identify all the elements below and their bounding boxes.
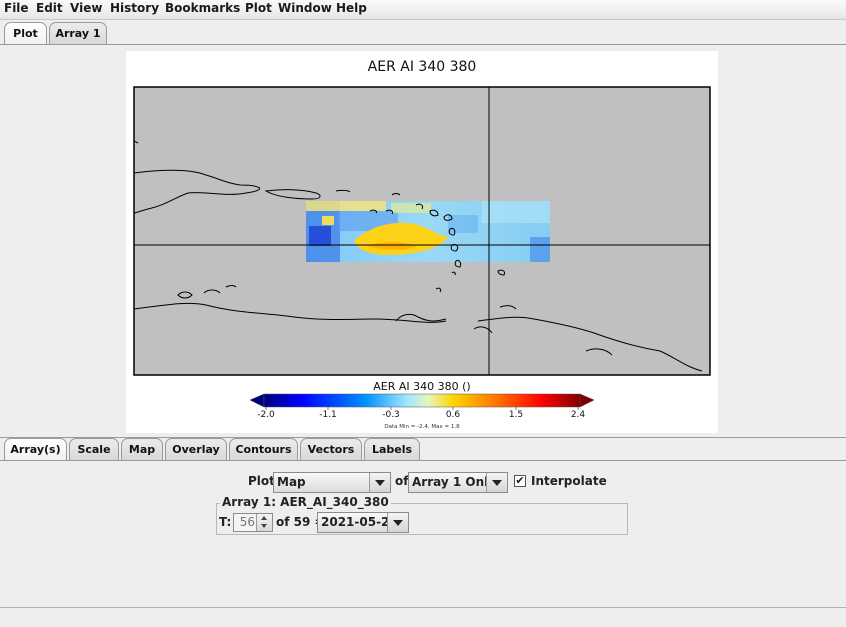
of-label: of (395, 474, 409, 488)
chevron-up-icon[interactable] (261, 516, 267, 520)
plot-panel: AER AI 340 380 AER AI 340 380 () -2.0 -1… (126, 51, 718, 433)
colorbar-min-arrow (249, 393, 265, 408)
menu-bar: File Edit View History Bookmarks Plot Wi… (0, 0, 846, 20)
colorbar-ticks (265, 407, 579, 410)
menu-window[interactable]: Window (278, 1, 332, 15)
array-group-title: Array 1: AER_AI_340_380 (220, 495, 391, 509)
plot-type-value: Map (277, 475, 306, 489)
tab-labels[interactable]: Labels (364, 438, 420, 460)
interpolate-label: Interpolate (531, 474, 607, 488)
plot-label: Plot (248, 474, 275, 488)
tab-divider-bottom (0, 460, 846, 461)
chevron-down-icon[interactable] (261, 524, 267, 528)
status-bar (0, 608, 846, 627)
plot-title: AER AI 340 380 (368, 59, 477, 75)
tab-divider (0, 44, 846, 45)
colorbar-tick-label: 0.6 (446, 410, 461, 420)
time-stepper[interactable]: 56 (233, 513, 273, 532)
chevron-down-icon (387, 513, 408, 532)
checkmark-icon: ✔ (515, 474, 525, 487)
menu-plot[interactable]: Plot (245, 1, 272, 15)
chevron-down-icon (486, 473, 507, 492)
tab-map[interactable]: Map (121, 438, 163, 460)
colorbar-tick-label: -0.3 (382, 410, 400, 420)
array-select-value: Array 1 Only (412, 475, 497, 489)
plot-svg: AER AI 340 380 AER AI 340 380 () -2.0 -1… (133, 59, 711, 430)
interpolate-checkbox[interactable]: ✔ (514, 475, 526, 487)
menu-view[interactable]: View (70, 1, 102, 15)
colorbar-max-arrow (579, 393, 595, 408)
date-select[interactable]: 2021-05-26 (317, 512, 409, 533)
colorbar-tick-label: -1.1 (319, 410, 337, 420)
menu-help[interactable]: Help (336, 1, 367, 15)
tab-contours[interactable]: Contours (229, 438, 298, 460)
stepper-arrows[interactable] (256, 514, 272, 531)
map-area (134, 87, 710, 375)
chevron-down-icon (369, 473, 390, 492)
menu-history[interactable]: History (110, 1, 159, 15)
array-select[interactable]: Array 1 Only (408, 472, 508, 493)
t-label: T: (219, 515, 232, 529)
tab-overlay[interactable]: Overlay (165, 438, 227, 460)
colorbar-tick-label: -2.0 (257, 410, 275, 420)
menu-edit[interactable]: Edit (36, 1, 63, 15)
colorbar-tick-label: 2.4 (571, 410, 586, 420)
tab-scale[interactable]: Scale (69, 438, 119, 460)
menu-bookmarks[interactable]: Bookmarks (165, 1, 240, 15)
data-range-note: Data Min = -2.4, Max = 1.8 (384, 424, 460, 430)
colorbar-tick-label: 1.5 (509, 410, 523, 420)
colorbar-label: AER AI 340 380 () (373, 380, 470, 393)
tab-array-1[interactable]: Array 1 (49, 22, 107, 44)
data-swath (306, 201, 550, 262)
menu-file[interactable]: File (4, 1, 29, 15)
plot-type-select[interactable]: Map (273, 472, 391, 493)
tab-plot[interactable]: Plot (4, 22, 47, 44)
tab-vectors[interactable]: Vectors (300, 438, 362, 460)
tab-arrays[interactable]: Array(s) (4, 438, 67, 460)
colorbar (263, 393, 581, 408)
time-step-value: 56 (239, 515, 255, 529)
